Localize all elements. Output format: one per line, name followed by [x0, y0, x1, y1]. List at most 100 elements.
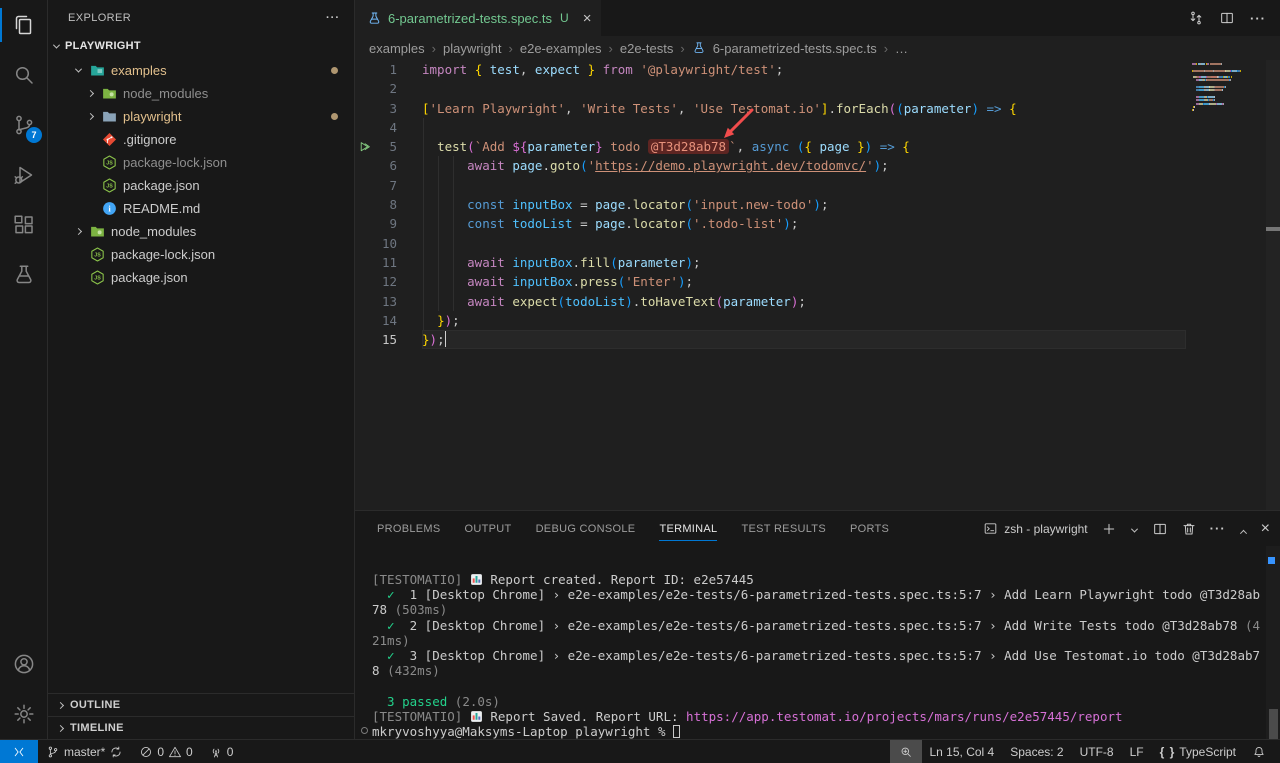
code-line[interactable]: 7	[355, 176, 1280, 195]
activity-item-search[interactable]	[0, 50, 47, 100]
activity-item-explorer[interactable]	[0, 0, 47, 50]
line-number: 12	[382, 272, 397, 291]
tree-item-examples[interactable]: examples	[48, 59, 354, 82]
terminal-scrollbar[interactable]	[1266, 546, 1280, 739]
split-terminal-icon[interactable]	[1152, 521, 1168, 537]
kill-terminal-icon[interactable]	[1181, 521, 1197, 537]
editor-scrollbar[interactable]	[1266, 60, 1280, 510]
line-number: 13	[382, 292, 397, 311]
status-bar: master* 0 0 0 Ln 15, Col 4 Spaces: 2 UTF…	[0, 739, 1280, 763]
text-cursor	[445, 331, 447, 347]
code-editor[interactable]: 1import { test, expect } from '@playwrig…	[355, 60, 1280, 349]
panel-tab-ports[interactable]: PORTS	[850, 516, 889, 541]
code-line[interactable]: 15});	[355, 330, 1280, 349]
tree-item-playwright[interactable]: playwright	[48, 105, 354, 128]
code-line[interactable]: 1import { test, expect } from '@playwrig…	[355, 60, 1280, 79]
terminal-output[interactable]: [TESTOMATIO] Report created. Report ID: …	[355, 546, 1266, 739]
breadcrumb-item[interactable]: playwright	[443, 41, 502, 56]
terminal-link[interactable]: https://app.testomat.io/projects/mars/ru…	[686, 709, 1123, 724]
activity-item-extensions[interactable]	[0, 200, 47, 250]
line-number: 11	[382, 253, 397, 272]
code-line[interactable]: 4	[355, 118, 1280, 137]
tree-item-node-modules[interactable]: node_modules	[48, 82, 354, 105]
new-terminal-icon[interactable]	[1101, 521, 1117, 537]
run-test-icon[interactable]	[358, 140, 372, 154]
workspace-section-header[interactable]: PLAYWRIGHT	[48, 35, 354, 57]
panel-tab-output[interactable]: OUTPUT	[465, 516, 512, 541]
modified-dot-icon	[331, 113, 338, 120]
terminal-line: 21ms)	[372, 633, 1266, 648]
section-timeline[interactable]: TIMELINE	[48, 716, 354, 739]
code-line[interactable]: 3['Learn Playwright', 'Write Tests', 'Us…	[355, 99, 1280, 118]
code-line[interactable]: 9 const todoList = page.locator('.todo-l…	[355, 214, 1280, 233]
code-line[interactable]: 8 const inputBox = page.locator('input.n…	[355, 195, 1280, 214]
close-panel-icon[interactable]: ×	[1261, 521, 1270, 537]
code-line[interactable]: 2	[355, 79, 1280, 98]
split-editor-icon[interactable]	[1219, 10, 1235, 26]
tree-item-README-md[interactable]: iREADME.md	[48, 197, 354, 220]
section-label: OUTLINE	[70, 699, 120, 711]
activity-item-run-and-debug[interactable]	[0, 150, 47, 200]
close-icon[interactable]: ×	[583, 11, 592, 26]
ports-item[interactable]: 0	[201, 740, 242, 763]
breadcrumb-item[interactable]: e2e-tests	[620, 41, 673, 56]
activity-item-manage[interactable]	[0, 689, 47, 739]
compare-changes-icon[interactable]	[1188, 10, 1204, 26]
breadcrumb-item[interactable]: e2e-examples	[520, 41, 602, 56]
minimap[interactable]	[1192, 63, 1264, 112]
code-line[interactable]: 6 await page.goto('https://demo.playwrig…	[355, 156, 1280, 175]
section-outline[interactable]: OUTLINE	[48, 693, 354, 716]
breadcrumb-symbol[interactable]: …	[895, 41, 908, 56]
encoding-item[interactable]: UTF-8	[1072, 740, 1122, 763]
more-actions-icon[interactable]: ···	[326, 12, 340, 24]
activity-item-accounts[interactable]	[0, 639, 47, 689]
maximize-panel-icon[interactable]	[1239, 519, 1248, 538]
terminal-line: ✓ 2 [Desktop Chrome] › e2e-examples/e2e-…	[372, 618, 1266, 633]
tree-item-package-lock-json[interactable]: JSpackage-lock.json	[48, 243, 354, 266]
zoom-indicator[interactable]	[890, 740, 922, 763]
panel-tab-problems[interactable]: PROBLEMS	[377, 516, 441, 541]
nodejson-icon: JS	[101, 154, 118, 171]
scrollbar-handle[interactable]	[1269, 709, 1278, 739]
terminal-dropdown-icon[interactable]	[1130, 519, 1139, 538]
problems-item[interactable]: 0 0	[131, 740, 200, 763]
tree-item--gitignore[interactable]: .gitignore	[48, 128, 354, 151]
code-line[interactable]: 11 await inputBox.fill(parameter);	[355, 253, 1280, 272]
terminal-line: 78 (503ms)	[372, 602, 1266, 617]
tree-item-package-lock-json[interactable]: JSpackage-lock.json	[48, 151, 354, 174]
git-branch-item[interactable]: master*	[38, 740, 131, 763]
language-item[interactable]: { } TypeScript	[1152, 740, 1244, 763]
errors-icon	[139, 745, 153, 759]
panel-tab-terminal[interactable]: TERMINAL	[659, 516, 717, 541]
editor-area: 6-parametrized-tests.spec.ts U × ··· exa…	[355, 0, 1280, 510]
panel-tab-test-results[interactable]: TEST RESULTS	[741, 516, 826, 541]
tree-item-label: node_modules	[111, 224, 196, 239]
activity-item-source-control[interactable]: 7	[0, 100, 47, 150]
code-line[interactable]: 10	[355, 234, 1280, 253]
breadcrumb-item[interactable]: examples	[369, 41, 425, 56]
code-line[interactable]: 14 });	[355, 311, 1280, 330]
code-line[interactable]: 13 await expect(todoList).toHaveText(par…	[355, 292, 1280, 311]
activity-item-testing[interactable]	[0, 250, 47, 300]
tab-6-parametrized-tests[interactable]: 6-parametrized-tests.spec.ts U ×	[355, 0, 601, 36]
tree-item-package-json[interactable]: JSpackage.json	[48, 174, 354, 197]
more-actions-icon[interactable]: ···	[1210, 521, 1226, 536]
remote-icon	[12, 745, 26, 759]
gutter: 14	[355, 311, 422, 330]
cursor-position-item[interactable]: Ln 15, Col 4	[922, 740, 1003, 763]
notifications-item[interactable]	[1244, 740, 1274, 763]
more-actions-icon[interactable]: ···	[1250, 11, 1266, 26]
code-line[interactable]: 12 await inputBox.press('Enter');	[355, 272, 1280, 291]
code-line[interactable]: 5 test(`Add ${parameter} todo @T3d28ab78…	[355, 137, 1280, 156]
tree-item-package-json[interactable]: JSpackage.json	[48, 266, 354, 289]
errors-count: 0	[157, 745, 164, 759]
scrollbar-handle[interactable]	[1266, 227, 1280, 231]
tree-item-node-modules[interactable]: node_modules	[48, 220, 354, 243]
code-link[interactable]: https://demo.playwright.dev/todomvc/	[595, 158, 866, 173]
panel-tab-debug-console[interactable]: DEBUG CONSOLE	[536, 516, 636, 541]
eol-item[interactable]: LF	[1122, 740, 1152, 763]
terminal-session[interactable]: zsh - playwright	[983, 521, 1087, 536]
breadcrumb-file[interactable]: 6-parametrized-tests.spec.ts	[713, 41, 877, 56]
remote-indicator[interactable]	[0, 740, 38, 763]
indentation-item[interactable]: Spaces: 2	[1002, 740, 1071, 763]
